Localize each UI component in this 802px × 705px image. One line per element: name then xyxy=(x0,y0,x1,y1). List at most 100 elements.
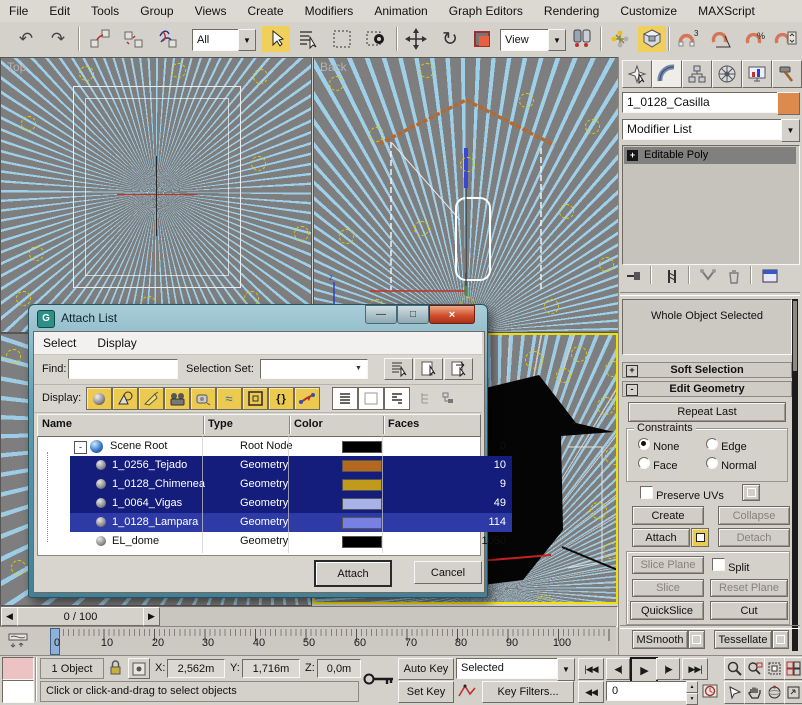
remove-modifier-button[interactable] xyxy=(724,267,744,285)
object-color-swatch[interactable] xyxy=(777,92,800,115)
spinner-snap-button[interactable] xyxy=(772,26,800,52)
display-none-button[interactable] xyxy=(358,387,384,410)
selection-set-arrow[interactable]: ▼ xyxy=(352,361,365,375)
select-and-rotate-button[interactable]: ↻ xyxy=(436,26,464,52)
tab-display[interactable] xyxy=(742,60,772,88)
display-shapes-button[interactable] xyxy=(112,387,138,410)
close-button[interactable]: × xyxy=(429,305,475,324)
next-frame-slider-button[interactable]: ▶ xyxy=(143,607,160,626)
constraint-edge-radio[interactable]: Edge xyxy=(706,438,747,453)
modifier-list-arrow[interactable]: ▼ xyxy=(781,119,800,142)
object-name-field[interactable]: 1_0128_Casilla xyxy=(622,92,778,113)
maximize-viewport-toggle[interactable] xyxy=(784,681,802,704)
invert-selection-button[interactable] xyxy=(444,358,473,380)
create-button[interactable]: Create xyxy=(632,506,704,525)
slice-plane-button[interactable]: Slice Plane xyxy=(632,556,704,574)
default-in-out-tangent-button[interactable] xyxy=(456,682,478,700)
cancel-button[interactable]: Cancel xyxy=(414,561,482,584)
spinner-up-icon[interactable]: ▲ xyxy=(686,681,698,693)
z-coordinate-field[interactable]: 0,0m xyxy=(317,659,361,678)
menu-create[interactable]: Create xyxy=(239,0,293,22)
select-object-button[interactable] xyxy=(262,26,290,52)
maxscript-mini-listener-pink[interactable] xyxy=(2,657,34,680)
menu-tools[interactable]: Tools xyxy=(82,0,128,22)
dialog-menu-select[interactable]: Select xyxy=(34,332,85,354)
make-unique-button[interactable] xyxy=(698,267,718,285)
msmooth-button[interactable]: MSmooth xyxy=(632,630,688,649)
spinner-down-icon[interactable]: ▼ xyxy=(686,693,698,705)
display-groups-button[interactable] xyxy=(242,387,268,410)
menu-edit[interactable]: Edit xyxy=(40,0,79,22)
undo-button[interactable]: ↶ xyxy=(12,26,40,52)
select-and-move-button[interactable] xyxy=(402,26,430,52)
slice-button[interactable]: Slice xyxy=(632,579,704,597)
key-selection-arrow[interactable]: ▼ xyxy=(557,658,575,681)
previous-frame-slider-button[interactable]: ◀ xyxy=(1,607,18,626)
constraint-face-radio[interactable]: Face xyxy=(638,457,678,472)
tab-hierarchy[interactable] xyxy=(682,60,712,88)
find-input[interactable] xyxy=(68,359,178,379)
attach-confirm-button[interactable]: Attach xyxy=(314,560,392,587)
display-bones-button[interactable] xyxy=(294,387,320,410)
window-crossing-toggle-button[interactable] xyxy=(362,26,390,52)
previous-frame-button[interactable]: ◀| xyxy=(606,658,630,680)
col-color[interactable]: Color xyxy=(294,418,323,430)
display-invert-button[interactable] xyxy=(384,387,410,410)
constraint-normal-radio[interactable]: Normal xyxy=(706,457,757,472)
viewport-back[interactable]: Back z x y xyxy=(313,57,620,333)
preserve-uvs-settings-button[interactable] xyxy=(742,484,760,501)
attach-button-panel[interactable]: Attach xyxy=(632,528,690,547)
zoom-all-button[interactable] xyxy=(744,657,765,680)
tab-create[interactable] xyxy=(622,60,652,88)
menu-animation[interactable]: Animation xyxy=(365,0,436,22)
constraint-none-radio[interactable]: None xyxy=(638,438,679,453)
display-all-button[interactable] xyxy=(332,387,358,410)
configure-modifier-sets-button[interactable] xyxy=(760,267,780,285)
zoom-extents-all-button[interactable] xyxy=(784,657,802,680)
zoom-extents-button[interactable] xyxy=(764,657,785,680)
key-selection-dropdown[interactable]: Selected xyxy=(456,658,562,679)
menu-file[interactable]: File xyxy=(0,0,37,22)
set-key-button[interactable]: Set Key xyxy=(398,681,454,703)
unlink-button[interactable] xyxy=(120,26,148,52)
snap-3d-button[interactable]: 3 xyxy=(674,26,702,52)
dialog-titlebar[interactable]: G Attach List — □ × xyxy=(29,305,487,331)
reference-coordinate-arrow[interactable]: ▼ xyxy=(548,29,566,51)
selection-filter-dropdown[interactable]: All xyxy=(192,29,244,51)
collapse-button[interactable]: Collapse xyxy=(718,506,790,525)
col-name[interactable]: Name xyxy=(42,418,72,430)
open-mini-curve-editor-button[interactable] xyxy=(6,631,30,651)
arc-rotate-button[interactable] xyxy=(764,681,785,704)
rollout-soft-selection[interactable]: + Soft Selection xyxy=(622,362,792,378)
bind-to-space-warp-button[interactable] xyxy=(154,26,182,52)
display-helpers-button[interactable] xyxy=(190,387,216,410)
percent-snap-button[interactable]: % xyxy=(742,26,770,52)
zoom-region-button[interactable] xyxy=(724,681,745,704)
pin-stack-button[interactable] xyxy=(624,267,644,285)
selection-filter-arrow[interactable]: ▼ xyxy=(238,29,256,51)
table-row-vigas[interactable]: 1_0064_Vigas Geometry 49 xyxy=(70,494,512,513)
msmooth-settings-button[interactable] xyxy=(688,630,705,649)
maximize-button[interactable]: □ xyxy=(397,305,429,324)
menu-graph-editors[interactable]: Graph Editors xyxy=(440,0,532,22)
tessellate-settings-button[interactable] xyxy=(772,630,789,649)
reset-plane-button[interactable]: Reset Plane xyxy=(710,579,788,597)
maxscript-mini-listener-white[interactable] xyxy=(2,680,34,703)
collapse-tree-icon[interactable]: - xyxy=(74,441,87,454)
use-pivot-center-button[interactable] xyxy=(568,26,596,52)
absolute-offset-toggle[interactable] xyxy=(128,658,150,679)
table-row-tejado[interactable]: 1_0256_Tejado Geometry 10 xyxy=(70,456,512,475)
panel-scrollbar[interactable] xyxy=(792,299,798,651)
menu-rendering[interactable]: Rendering xyxy=(535,0,608,22)
menu-group[interactable]: Group xyxy=(131,0,182,22)
tab-utilities[interactable] xyxy=(772,60,802,88)
stack-item-editable-poly[interactable]: + Editable Poly xyxy=(624,147,796,164)
time-slider-handle[interactable]: 0 / 100 xyxy=(17,607,144,626)
select-by-name-button[interactable] xyxy=(294,26,322,52)
modifier-list-dropdown[interactable]: Modifier List xyxy=(622,119,787,140)
select-none-button[interactable] xyxy=(414,358,443,380)
menu-modifiers[interactable]: Modifiers xyxy=(296,0,363,22)
redo-button[interactable]: ↷ xyxy=(44,26,72,52)
key-mode-toggle[interactable]: ◀◀ xyxy=(578,681,604,703)
snaps-toggle-button[interactable] xyxy=(638,26,666,52)
